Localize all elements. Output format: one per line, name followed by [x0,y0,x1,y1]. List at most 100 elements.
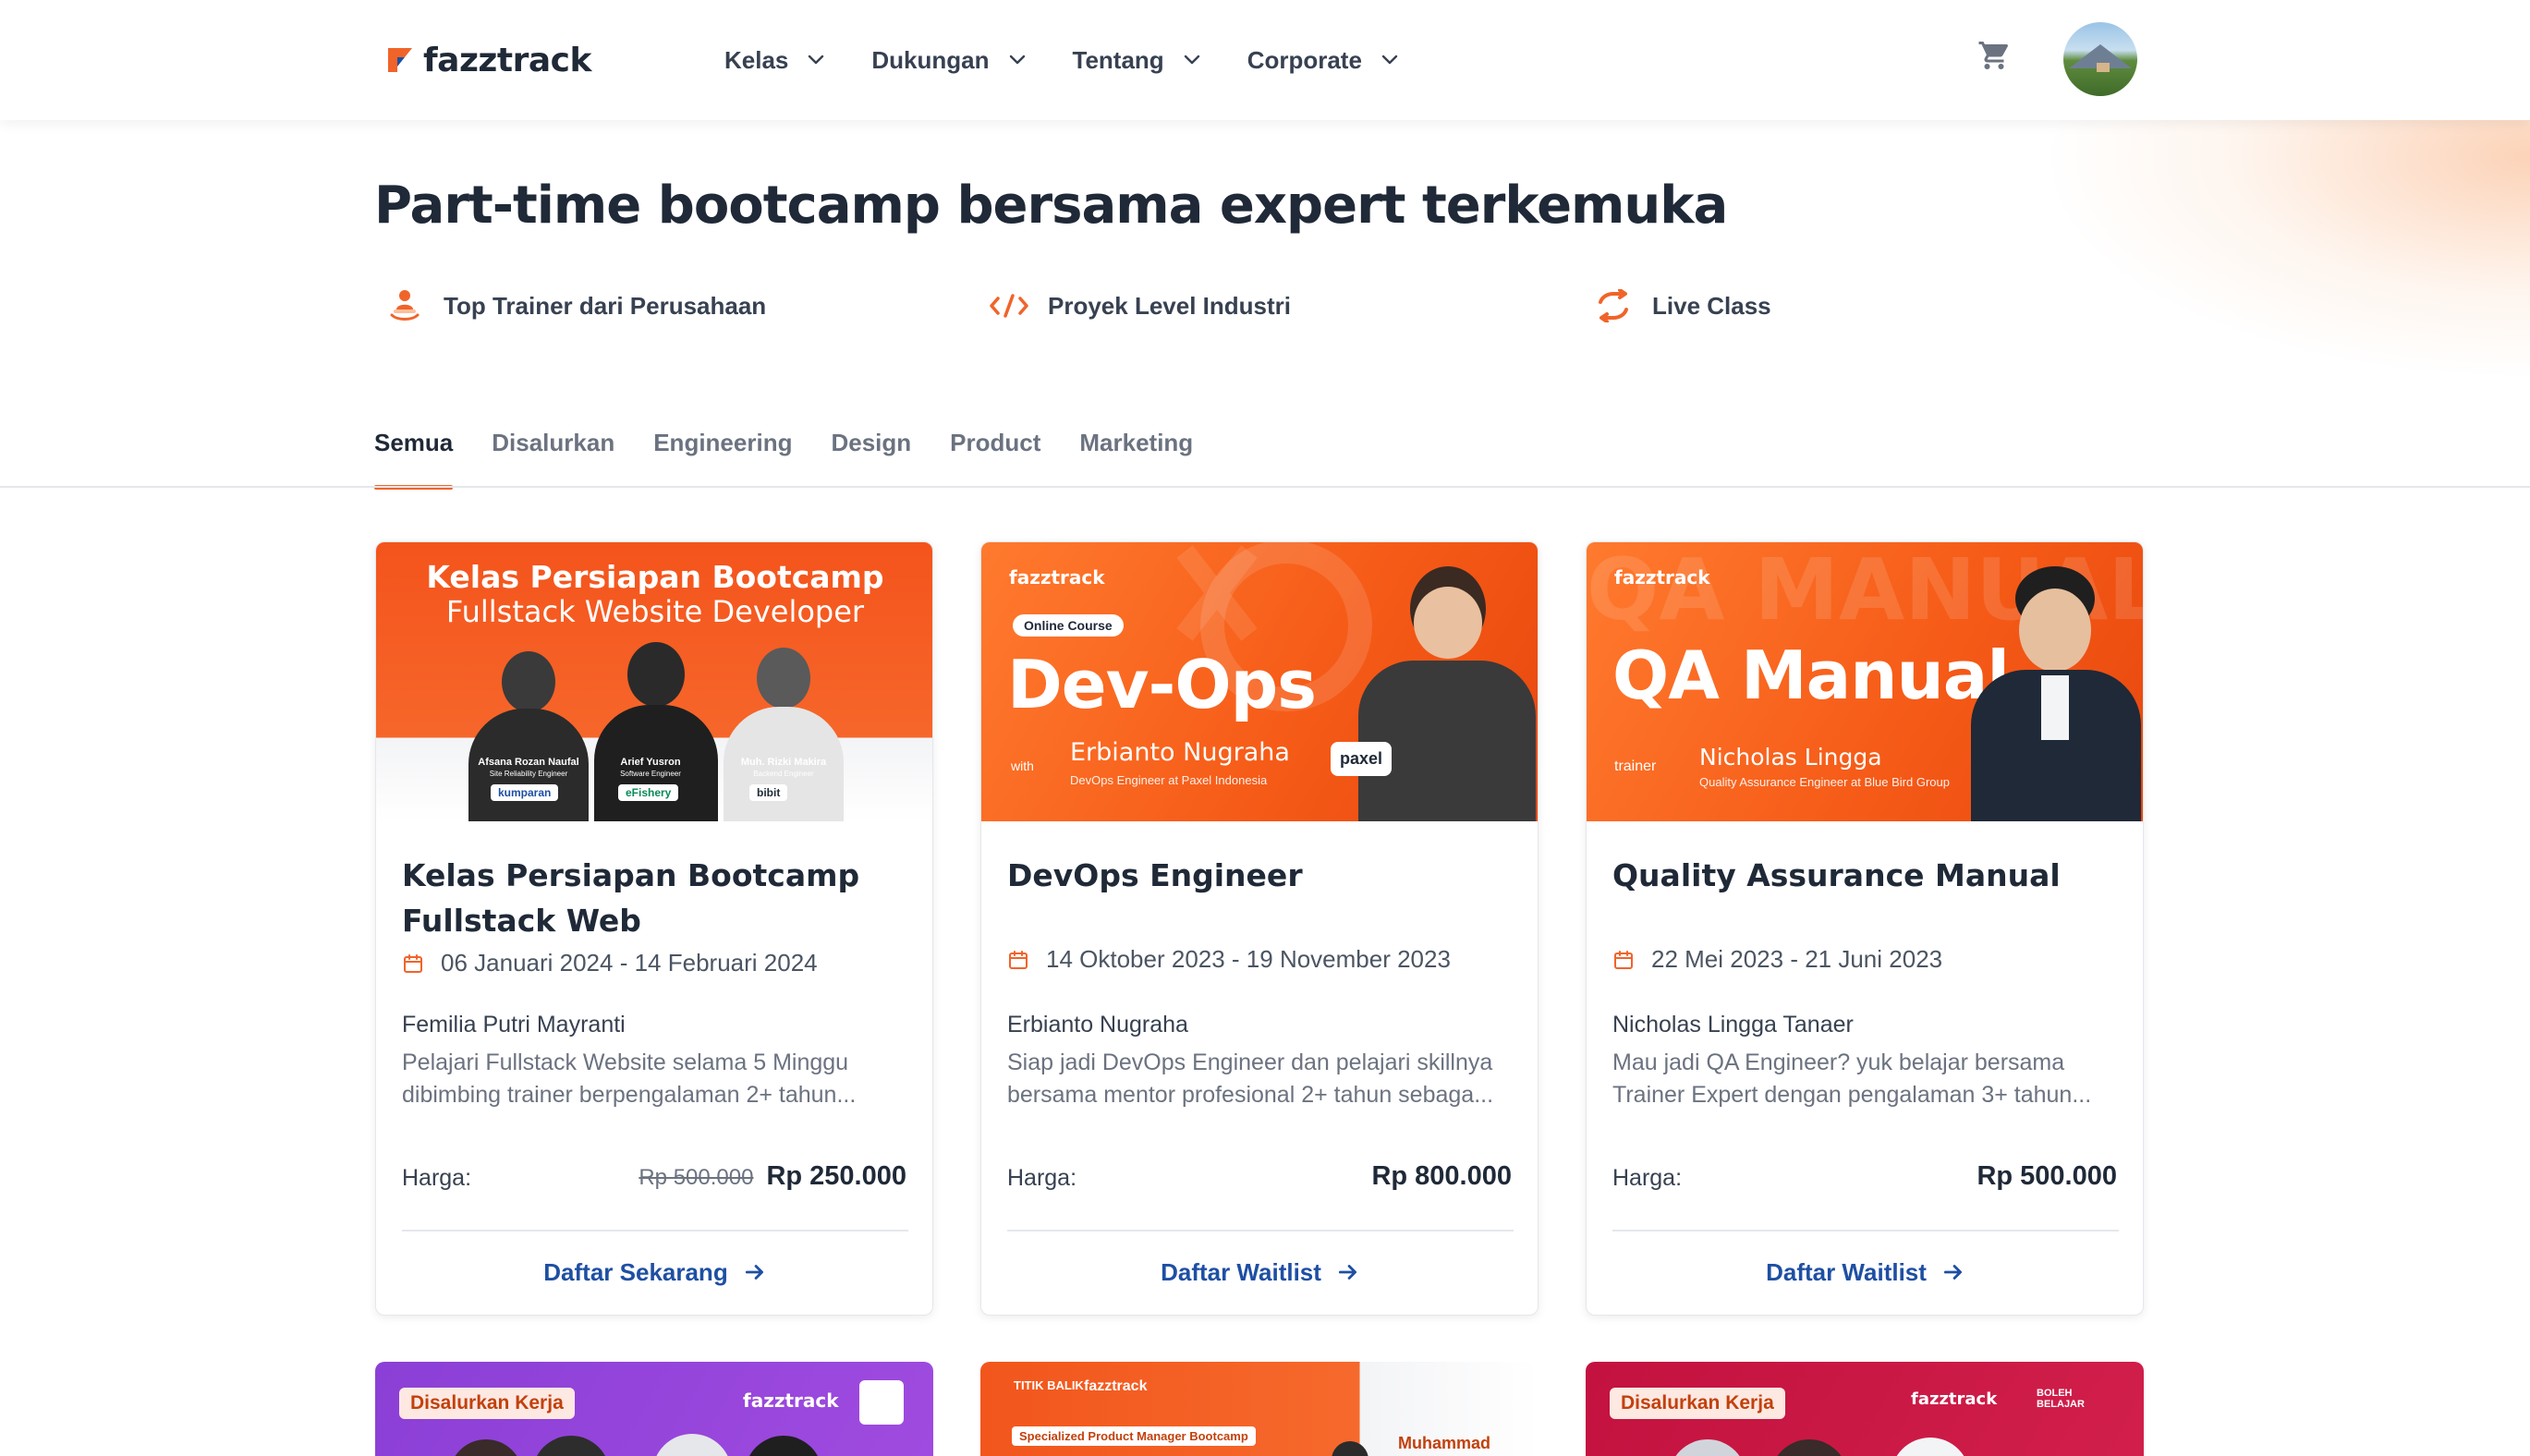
card-divider [1007,1230,1514,1232]
banner-line-1: Kelas Persiapan Bootcamp [426,559,884,595]
trainer-name: Nicholas Lingga Tanaer [1612,1012,1854,1037]
user-avatar[interactable] [2063,22,2137,96]
nav-dukungan[interactable]: Dukungan [871,46,1028,75]
arrow-right-icon [1338,1265,1356,1280]
nav-label: Kelas [724,45,789,74]
logo-text: fazztrack [423,41,591,79]
main-nav: Kelas Dukungan Tentang Corporate [724,37,1445,83]
trainer-photo [745,1436,822,1456]
feature-label: Top Trainer dari Perusahaan [444,291,767,320]
course-card-devops[interactable]: fazztrack Online Course Dev-Ops with Erb… [980,541,1539,1316]
job-placement-badge: Disalurkan Kerja [1610,1388,1785,1419]
banner-line-2: Fullstack Website Developer [445,594,865,629]
trainer-photo [1351,559,1536,821]
paxel-logo-text: paxel [1340,749,1383,768]
banner-logo: fazztrack [1084,1378,1148,1394]
tab-engineering[interactable]: Engineering [653,423,792,488]
card-divider [402,1230,908,1232]
course-title: DevOps Engineer [1007,857,1303,893]
current-price: Rp 500.000 [1977,1161,2117,1191]
person-name: Muh. Rizki Makira [740,757,827,768]
nav-kelas[interactable]: Kelas [724,46,827,75]
course-banner: Kelas Persiapan Bootcamp Fullstack Websi… [376,542,932,821]
banner-brand: TITIK BALIK [1014,1378,1084,1392]
banner-headline: Dev-Ops [1007,646,1317,723]
person-role: Backend Engineer [753,770,814,778]
partner-logo [859,1380,904,1425]
waitlist-button[interactable]: Daftar Waitlist [981,1254,1538,1291]
avatar-house-shape [2097,63,2110,72]
tab-marketing[interactable]: Marketing [1079,423,1193,488]
course-card-fullstack[interactable]: Kelas Persiapan Bootcamp Fullstack Websi… [375,541,933,1316]
top-navbar: fazztrack Kelas Dukungan Tentang Corpora… [0,0,2530,120]
cta-label: Daftar Sekarang [543,1257,728,1286]
arrow-right-icon [745,1265,763,1280]
trainer-photo [1965,566,2141,821]
page-title: Part-time bootcamp bersama expert terkem… [374,176,1728,236]
course-card-qa-manual[interactable]: QA MANUAL fazztrack QA Manual trainer Ni… [1586,541,2144,1316]
bootcamp-tag: Specialized Product Manager Bootcamp [1012,1426,1256,1446]
nav-tentang[interactable]: Tentang [1073,46,1203,75]
banner-logo: fazztrack [743,1389,839,1412]
nav-corporate[interactable]: Corporate [1247,46,1401,75]
price: Rp 500.000 Rp 250.000 [639,1161,906,1192]
trainer-photo [449,1439,523,1456]
tab-product[interactable]: Product [950,423,1040,488]
course-banner: QA MANUAL fazztrack QA Manual trainer Ni… [1587,542,2143,821]
current-price: Rp 800.000 [1371,1161,1512,1191]
calendar-icon [1614,950,1633,969]
tab-semua[interactable]: Semua [374,423,454,490]
price-label: Harga: [1007,1165,1077,1191]
course-card-partial[interactable]: TITIK BALIK fazztrack Specialized Produc… [980,1362,1539,1456]
paxel-logo: paxel [1331,742,1393,776]
banner-trainer-name: Muhammad [1398,1434,1491,1452]
tab-disalurkan[interactable]: Disalurkan [492,423,614,488]
chevron-down-icon [1184,55,1199,65]
price-label: Harga: [1612,1165,1683,1191]
waitlist-button[interactable]: Daftar Waitlist [1587,1254,2143,1291]
company-logo: eFishery [618,784,679,801]
course-date: 14 Oktober 2023 - 19 November 2023 [1007,945,1451,974]
old-price: Rp 500.000 [639,1165,754,1190]
calendar-icon [404,953,422,973]
cart-icon[interactable] [1977,39,2011,72]
course-title: Quality Assurance Manual [1612,857,2061,893]
online-course-pill: Online Course [1013,614,1124,637]
cta-label: Daftar Waitlist [1161,1257,1321,1286]
partner-logo: BOLEH BELAJAR [2037,1388,2085,1410]
feature-industry-project: Proyek Level Industri [989,283,1291,329]
tab-design[interactable]: Design [831,423,911,488]
feature-label: Proyek Level Industri [1048,291,1291,320]
chevron-down-icon [1381,55,1398,65]
banner-logo: fazztrack [1911,1389,1998,1409]
banner-trainer-name: Nicholas Lingga [1699,744,1882,770]
course-description: Siap jadi DevOps Engineer dan pelajari s… [1007,1050,1494,1108]
register-button[interactable]: Daftar Sekarang [376,1254,932,1291]
banner-logo: fazztrack [1614,566,1710,588]
nav-label: Corporate [1247,45,1362,74]
nav-label: Tentang [1072,45,1164,74]
trainer-icon [384,285,425,326]
course-card-partial[interactable]: Disalurkan Kerja fazztrack BOLEH BELAJAR [1586,1362,2144,1456]
banner-with: with [1011,758,1034,773]
company-logo: kumparan [491,784,559,801]
calendar-icon [1009,950,1028,969]
arrow-right-icon [1943,1265,1962,1280]
card-divider [1612,1230,2119,1232]
cta-label: Daftar Waitlist [1766,1257,1927,1286]
category-tabs: Semua Disalurkan Engineering Design Prod… [374,423,1232,490]
course-description: Mau jadi QA Engineer? yuk belajar bersam… [1612,1050,2092,1108]
code-icon [989,285,1029,326]
trainer-photo [1669,1439,1746,1456]
sync-icon [1593,285,1634,326]
chevron-down-icon [1009,55,1025,65]
banner-trainer-name: Erbianto Nugraha [1070,738,1290,767]
brand-logo[interactable]: fazztrack [386,39,591,81]
course-date: 22 Mei 2023 - 21 Juni 2023 [1612,945,1942,974]
course-date: 06 Januari 2024 - 14 Februari 2024 [402,949,818,977]
current-price: Rp 250.000 [766,1161,906,1191]
trainer-photo [1332,1441,1368,1456]
course-card-partial[interactable]: Disalurkan Kerja fazztrack [375,1362,933,1456]
chevron-down-icon [809,55,824,65]
trainer-photo [652,1434,732,1456]
